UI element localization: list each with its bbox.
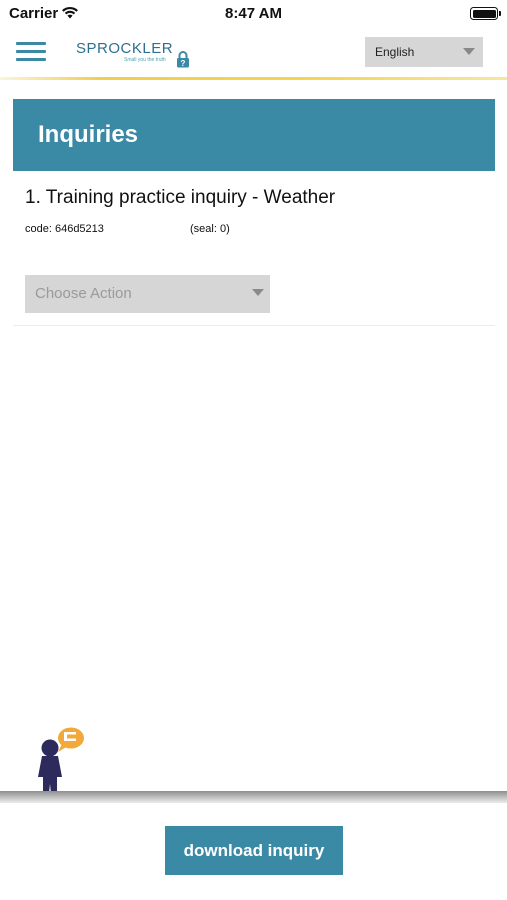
- download-inquiry-button[interactable]: download inquiry: [165, 826, 343, 875]
- language-value: English: [375, 45, 415, 59]
- clock: 8:47 AM: [225, 5, 282, 22]
- logo-tagline: Small you the truth: [124, 57, 166, 63]
- menu-icon[interactable]: [16, 42, 46, 62]
- status-bar: Carrier 8:47 AM: [0, 0, 507, 28]
- inquiry-title: 1. Training practice inquiry - Weather: [25, 187, 336, 208]
- logo-wordmark: SPROCKLER: [76, 40, 174, 57]
- list-divider: [13, 325, 495, 326]
- chevron-down-icon: [463, 48, 475, 55]
- page-title-bar: Inquiries: [13, 99, 495, 171]
- svg-text:?: ?: [181, 59, 186, 68]
- chevron-down-icon: [252, 289, 264, 296]
- header-divider: [0, 77, 507, 80]
- inquiry-seal: (seal: 0): [190, 223, 230, 235]
- battery-icon: [470, 7, 501, 20]
- app-header: SPROCKLER Small you the truth ? English: [0, 28, 507, 80]
- sprockler-logo: SPROCKLER Small you the truth ?: [76, 38, 196, 72]
- language-select[interactable]: English: [365, 37, 483, 67]
- page-title: Inquiries: [38, 121, 139, 148]
- lock-icon: ?: [176, 51, 190, 73]
- inquiry-code: code: 646d5213: [25, 223, 104, 235]
- choose-action-select[interactable]: Choose Action: [25, 275, 270, 313]
- choose-action-placeholder: Choose Action: [35, 285, 132, 302]
- footer-floor: [0, 791, 507, 803]
